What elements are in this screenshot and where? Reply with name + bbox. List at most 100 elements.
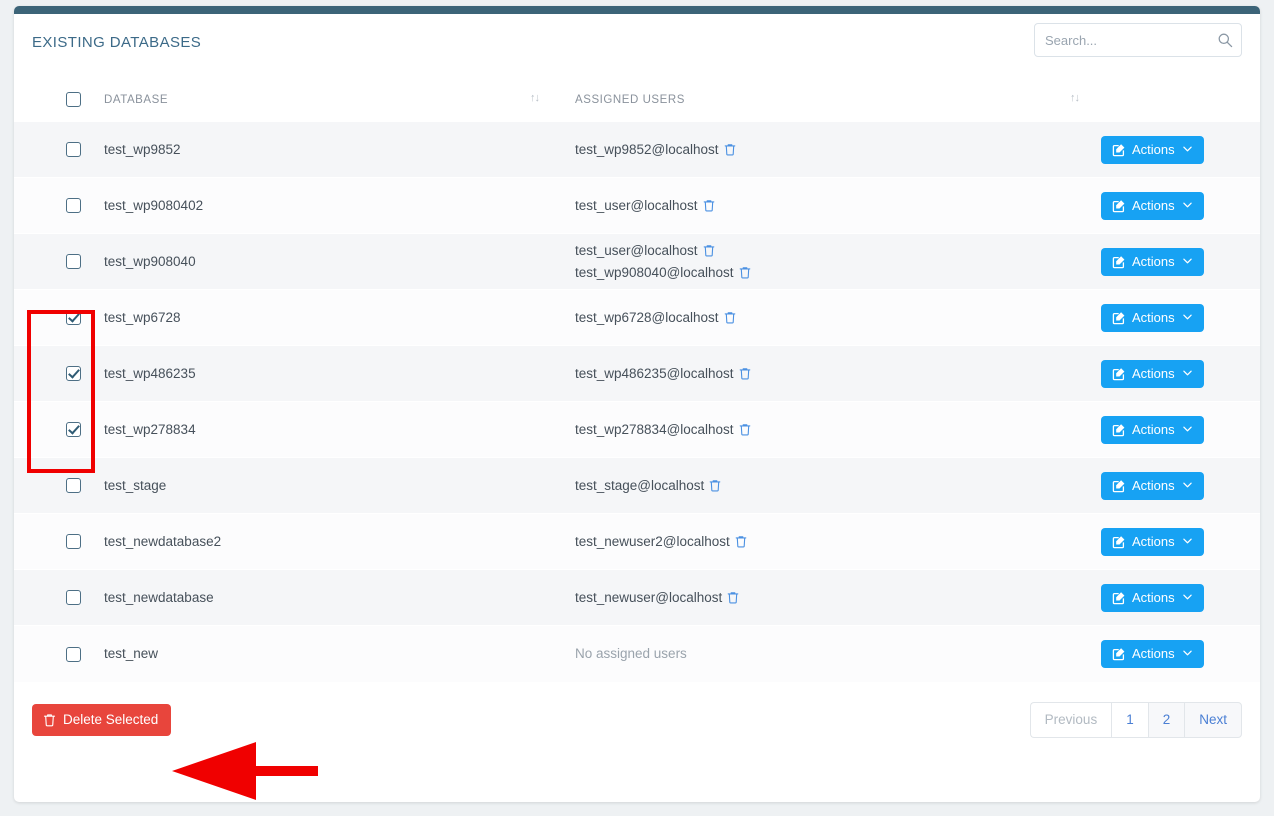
actions-cell: Actions — [1101, 346, 1260, 402]
assigned-user-label: test_newuser2@localhost — [575, 534, 730, 549]
row-actions-button[interactable]: Actions — [1101, 248, 1204, 276]
row-select-cell — [14, 122, 86, 178]
table-row: test_wp9852test_wp9852@localhostActions — [14, 122, 1260, 178]
pagination: Previous 1 2 Next — [1030, 702, 1242, 738]
row-checkbox[interactable] — [66, 534, 81, 549]
database-name: test_wp6728 — [86, 310, 181, 325]
column-header-assigned-users[interactable]: ASSIGNED USERS ↑↓ — [561, 80, 1101, 122]
chevron-down-icon — [1183, 481, 1192, 491]
trash-icon[interactable] — [724, 141, 736, 154]
database-name-cell: test_wp278834 — [86, 402, 561, 458]
row-checkbox[interactable] — [66, 310, 81, 325]
assigned-user: test_newuser2@localhost — [575, 531, 747, 552]
trash-icon[interactable] — [739, 365, 751, 378]
row-select-cell — [14, 290, 86, 346]
assigned-users-cell: test_newuser2@localhost — [561, 514, 1101, 570]
trash-icon[interactable] — [703, 242, 715, 255]
row-select-cell — [14, 570, 86, 626]
trash-icon[interactable] — [739, 421, 751, 434]
sort-icon-assigned-users[interactable]: ↑↓ — [1070, 92, 1079, 104]
row-actions-button[interactable]: Actions — [1101, 136, 1204, 164]
actions-cell: Actions — [1101, 122, 1260, 178]
database-name-cell: test_newdatabase2 — [86, 514, 561, 570]
no-assigned-users-label: No assigned users — [575, 643, 687, 664]
row-actions-label: Actions — [1132, 423, 1175, 436]
card-accent-bar — [14, 6, 1260, 14]
table-row: test_wp908040test_user@localhosttest_wp9… — [14, 234, 1260, 290]
row-actions-button[interactable]: Actions — [1101, 360, 1204, 388]
chevron-down-icon — [1183, 369, 1192, 379]
edit-square-icon — [1112, 479, 1126, 493]
chevron-down-icon — [1183, 257, 1192, 267]
trash-icon[interactable] — [709, 477, 721, 490]
row-actions-button[interactable]: Actions — [1101, 528, 1204, 556]
trash-icon[interactable] — [703, 197, 715, 210]
assigned-user: test_stage@localhost — [575, 475, 721, 496]
database-name: test_wp9080402 — [86, 198, 203, 213]
row-checkbox[interactable] — [66, 142, 81, 157]
pagination-previous[interactable]: Previous — [1030, 702, 1112, 738]
chevron-down-icon — [1183, 201, 1192, 211]
assigned-user: test_user@localhost — [575, 240, 751, 261]
chevron-down-icon — [1183, 145, 1192, 155]
row-actions-label: Actions — [1132, 367, 1175, 380]
edit-square-icon — [1112, 535, 1126, 549]
row-checkbox[interactable] — [66, 647, 81, 662]
row-checkbox[interactable] — [66, 198, 81, 213]
row-checkbox[interactable] — [66, 366, 81, 381]
assigned-users-cell: test_wp278834@localhost — [561, 402, 1101, 458]
row-actions-button[interactable]: Actions — [1101, 472, 1204, 500]
database-name: test_newdatabase2 — [86, 534, 221, 549]
chevron-down-icon — [1183, 425, 1192, 435]
row-actions-button[interactable]: Actions — [1101, 192, 1204, 220]
edit-square-icon — [1112, 255, 1126, 269]
delete-selected-button[interactable]: Delete Selected — [32, 704, 171, 736]
row-actions-button[interactable]: Actions — [1101, 584, 1204, 612]
row-checkbox[interactable] — [66, 590, 81, 605]
actions-cell: Actions — [1101, 514, 1260, 570]
column-header-select — [14, 80, 86, 122]
assigned-user-label: test_wp6728@localhost — [575, 310, 719, 325]
edit-square-icon — [1112, 367, 1126, 381]
sort-icon-database[interactable]: ↑↓ — [530, 92, 539, 104]
table-row: test_wp6728 test_wp6728@localhost Actions — [14, 290, 1260, 346]
row-checkbox[interactable] — [66, 254, 81, 269]
assigned-user: test_wp6728@localhost — [575, 307, 736, 328]
chevron-down-icon — [1183, 593, 1192, 603]
actions-cell: Actions — [1101, 178, 1260, 234]
database-name-cell: test_wp6728 — [86, 290, 561, 346]
search-input[interactable] — [1034, 23, 1242, 57]
row-actions-label: Actions — [1132, 591, 1175, 604]
column-header-database[interactable]: DATABASE ↑↓ — [86, 80, 561, 122]
edit-square-icon — [1112, 199, 1126, 213]
row-select-cell — [14, 178, 86, 234]
search-box[interactable] — [1034, 23, 1242, 57]
row-checkbox[interactable] — [66, 422, 81, 437]
row-actions-button[interactable]: Actions — [1101, 416, 1204, 444]
row-select-cell — [14, 458, 86, 514]
assigned-users-cell: test_wp486235@localhost — [561, 346, 1101, 402]
row-select-cell — [14, 514, 86, 570]
database-name: test_wp908040 — [86, 254, 196, 269]
edit-square-icon — [1112, 647, 1126, 661]
trash-icon[interactable] — [735, 533, 747, 546]
assigned-user-label: test_wp9852@localhost — [575, 142, 719, 157]
table-header: DATABASE ↑↓ ASSIGNED USERS ↑↓ — [14, 80, 1260, 122]
row-actions-label: Actions — [1132, 255, 1175, 268]
table-row: test_wp278834test_wp278834@localhost Acti… — [14, 402, 1260, 458]
row-checkbox[interactable] — [66, 478, 81, 493]
trash-icon — [43, 713, 56, 727]
trash-icon[interactable] — [739, 264, 751, 277]
table-row: test_newdatabase2 test_newuser2@localhost… — [14, 514, 1260, 570]
row-actions-button[interactable]: Actions — [1101, 640, 1204, 668]
pagination-next[interactable]: Next — [1184, 702, 1242, 738]
existing-databases-card: EXISTING DATABASES — [14, 6, 1260, 802]
assigned-user-label: test_user@localhost — [575, 198, 698, 213]
database-name-cell: test_new — [86, 626, 561, 682]
pagination-page-1[interactable]: 1 — [1111, 702, 1148, 738]
pagination-page-2[interactable]: 2 — [1148, 702, 1185, 738]
trash-icon[interactable] — [724, 309, 736, 322]
trash-icon[interactable] — [727, 589, 739, 602]
row-actions-button[interactable]: Actions — [1101, 304, 1204, 332]
select-all-checkbox[interactable] — [66, 92, 81, 107]
